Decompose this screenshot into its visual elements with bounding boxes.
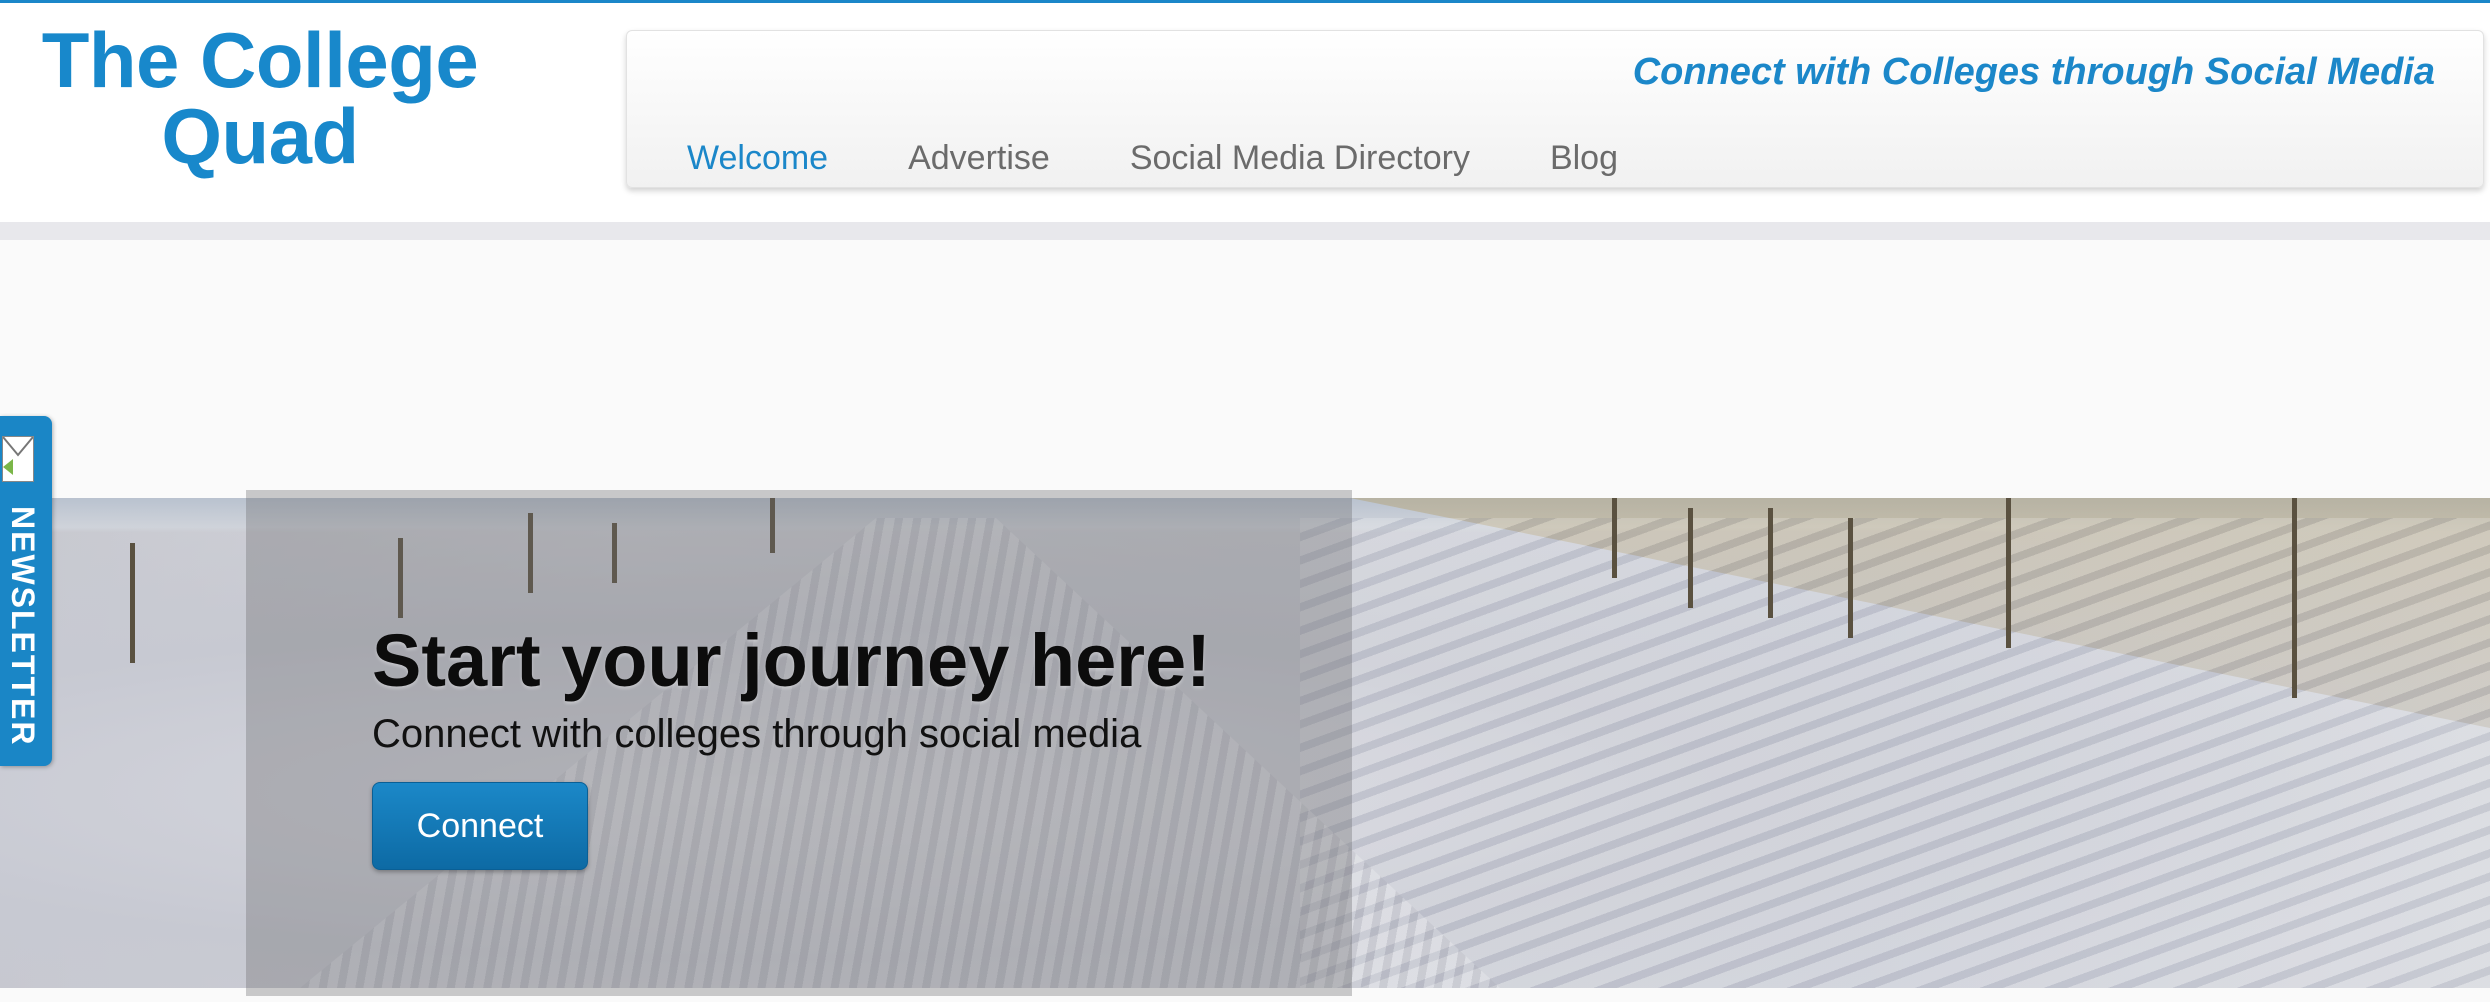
nav-item-welcome[interactable]: Welcome bbox=[687, 139, 828, 178]
hero-snow-texture bbox=[1300, 518, 2490, 988]
nav-item-blog[interactable]: Blog bbox=[1550, 139, 1618, 178]
fence-post bbox=[2292, 498, 2297, 698]
nav-panel: Connect with Colleges through Social Med… bbox=[626, 30, 2484, 188]
fence-post bbox=[130, 543, 135, 663]
fence-post bbox=[2006, 498, 2011, 648]
hero-overlay: Start your journey here! Connect with co… bbox=[246, 490, 1352, 996]
top-rule bbox=[0, 0, 2490, 3]
nav-item-social-media-directory[interactable]: Social Media Directory bbox=[1130, 139, 1470, 178]
newsletter-label: NEWSLETTER bbox=[5, 506, 41, 747]
logo-line-2: Quad bbox=[161, 92, 359, 180]
hero-title: Start your journey here! bbox=[372, 619, 1211, 702]
site-logo[interactable]: The College Quad bbox=[20, 16, 500, 180]
fence-post bbox=[1848, 518, 1853, 638]
envelope-icon bbox=[2, 436, 34, 482]
header-divider bbox=[0, 222, 2490, 240]
fence-post bbox=[1688, 508, 1693, 608]
connect-button[interactable]: Connect bbox=[372, 782, 588, 870]
fence-post bbox=[1612, 498, 1617, 578]
main-nav: Welcome Advertise Social Media Directory… bbox=[687, 139, 1698, 178]
page: The College Quad Connect with Colleges t… bbox=[0, 0, 2490, 1002]
newsletter-tab[interactable]: NEWSLETTER bbox=[0, 416, 52, 766]
nav-item-advertise[interactable]: Advertise bbox=[908, 139, 1050, 178]
logo-line-1: The College bbox=[41, 16, 479, 104]
hero-subtitle: Connect with colleges through social med… bbox=[372, 712, 1142, 756]
fence-post bbox=[1768, 508, 1773, 618]
site-tagline: Connect with Colleges through Social Med… bbox=[1632, 51, 2435, 93]
